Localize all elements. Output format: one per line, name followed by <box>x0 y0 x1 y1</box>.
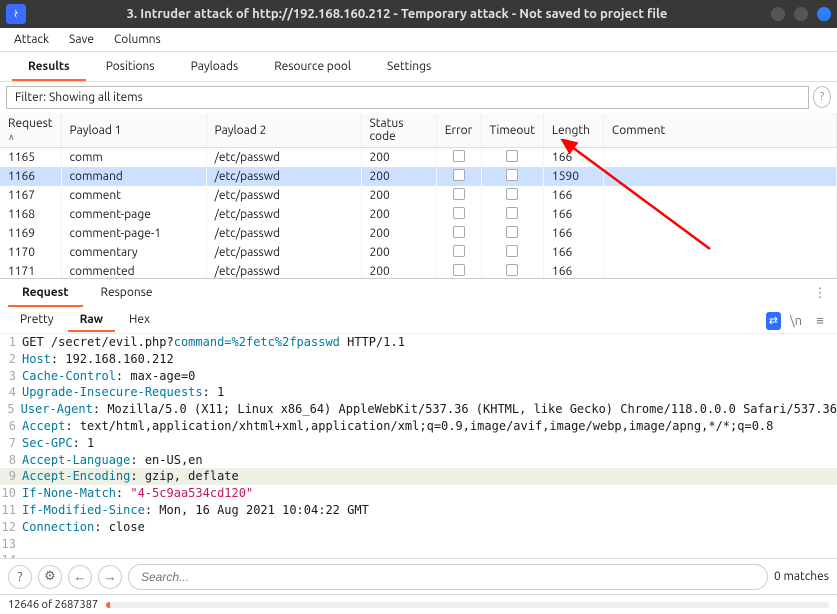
search-next-button[interactable]: → <box>98 565 122 589</box>
timeout-checkbox <box>506 207 518 219</box>
raw-line: 12Connection: close <box>0 519 837 536</box>
timeout-checkbox <box>506 150 518 162</box>
error-checkbox <box>453 245 465 257</box>
raw-line: 6Accept: text/html,application/xhtml+xml… <box>0 418 837 435</box>
filter-input[interactable]: Filter: Showing all items <box>6 86 809 109</box>
table-row[interactable]: 1170commentary/etc/passwd200166 <box>0 243 837 262</box>
table-row[interactable]: 1171commented/etc/passwd200166 <box>0 262 837 278</box>
results-table[interactable]: Request ∧Payload 1Payload 2Status codeEr… <box>0 113 837 278</box>
app-icon <box>6 4 26 24</box>
raw-line: 5User-Agent: Mozilla/5.0 (X11; Linux x86… <box>0 401 837 418</box>
tab-response[interactable]: Response <box>87 280 167 307</box>
view-mode-tabs: PrettyRawHex ⇄ \n ≡ <box>0 308 837 334</box>
tab-payloads[interactable]: Payloads <box>175 54 255 81</box>
column-length[interactable]: Length <box>543 113 603 148</box>
view-raw[interactable]: Raw <box>68 309 115 332</box>
raw-line: 13 <box>0 536 837 553</box>
tab-positions[interactable]: Positions <box>90 54 171 81</box>
column-payload-1[interactable]: Payload 1 <box>61 113 206 148</box>
column-payload-2[interactable]: Payload 2 <box>206 113 361 148</box>
menu-columns[interactable]: Columns <box>106 31 169 48</box>
filter-bar: Filter: Showing all items ? <box>0 82 837 113</box>
error-checkbox <box>453 150 465 162</box>
error-checkbox <box>453 264 465 276</box>
search-matches-label: 0 matches <box>774 570 829 583</box>
tab-request[interactable]: Request <box>8 280 83 307</box>
error-checkbox <box>453 226 465 238</box>
view-hex[interactable]: Hex <box>117 309 162 332</box>
menu-attack[interactable]: Attack <box>6 31 57 48</box>
tab-settings[interactable]: Settings <box>371 54 447 81</box>
search-gear-icon[interactable]: ⚙ <box>38 565 62 589</box>
table-row[interactable]: 1165comm/etc/passwd200166 <box>0 148 837 168</box>
results-table-container: Request ∧Payload 1Payload 2Status codeEr… <box>0 113 837 278</box>
newline-icon[interactable]: \n <box>787 312 805 330</box>
progress-label: 12646 of 2687387 <box>8 599 98 611</box>
raw-line: 9Accept-Encoding: gzip, deflate <box>0 468 837 485</box>
maximize-button[interactable] <box>794 7 808 21</box>
progress-bar <box>106 602 829 608</box>
main-tabbar: ResultsPositionsPayloadsResource poolSet… <box>0 52 837 82</box>
view-pretty[interactable]: Pretty <box>8 309 66 332</box>
table-row[interactable]: 1166command/etc/passwd2001590 <box>0 167 837 186</box>
minimize-button[interactable] <box>771 7 785 21</box>
column-timeout[interactable]: Timeout <box>481 113 543 148</box>
raw-line: 2Host: 192.168.160.212 <box>0 351 837 368</box>
search-prev-button[interactable]: ← <box>68 565 92 589</box>
window-title: 3. Intruder attack of http://192.168.160… <box>32 7 762 21</box>
search-bar: ? ⚙ ← → 0 matches <box>0 558 837 594</box>
menu-save[interactable]: Save <box>61 31 102 48</box>
timeout-checkbox <box>506 188 518 200</box>
timeout-checkbox <box>506 226 518 238</box>
timeout-checkbox <box>506 169 518 181</box>
error-checkbox <box>453 207 465 219</box>
table-row[interactable]: 1169comment-page-1/etc/passwd200166 <box>0 224 837 243</box>
column-request[interactable]: Request ∧ <box>0 113 61 148</box>
search-help-icon[interactable]: ? <box>8 565 32 589</box>
error-checkbox <box>453 188 465 200</box>
tab-results[interactable]: Results <box>12 54 86 81</box>
request-response-tabs: RequestResponse ⋮ <box>0 278 837 308</box>
raw-line: 8Accept-Language: en-US,en <box>0 452 837 469</box>
inspector-icon[interactable]: ⇄ <box>766 312 781 330</box>
kebab-menu-icon[interactable]: ⋮ <box>811 285 829 303</box>
raw-line: 10If-None-Match: "4-5c9aa534cd120" <box>0 485 837 502</box>
column-status-code[interactable]: Status code <box>361 113 436 148</box>
table-row[interactable]: 1168comment-page/etc/passwd200166 <box>0 205 837 224</box>
raw-line: 4Upgrade-Insecure-Requests: 1 <box>0 384 837 401</box>
menubar: AttackSaveColumns <box>0 28 837 52</box>
titlebar: 3. Intruder attack of http://192.168.160… <box>0 0 837 28</box>
raw-line: 7Sec-GPC: 1 <box>0 435 837 452</box>
raw-line: 3Cache-Control: max-age=0 <box>0 368 837 385</box>
raw-line: 11If-Modified-Since: Mon, 16 Aug 2021 10… <box>0 502 837 519</box>
timeout-checkbox <box>506 264 518 276</box>
search-input[interactable] <box>128 564 768 590</box>
table-row[interactable]: 1167comment/etc/passwd200166 <box>0 186 837 205</box>
tab-resource-pool[interactable]: Resource pool <box>258 54 367 81</box>
timeout-checkbox <box>506 245 518 257</box>
close-button[interactable] <box>817 7 831 21</box>
column-error[interactable]: Error <box>436 113 481 148</box>
raw-line: 1GET /secret/evil.php?command=%2fetc%2fp… <box>0 334 837 351</box>
help-icon[interactable]: ? <box>813 86 831 108</box>
error-checkbox <box>453 169 465 181</box>
hamburger-icon[interactable]: ≡ <box>811 312 829 330</box>
raw-request-view[interactable]: 1GET /secret/evil.php?command=%2fetc%2fp… <box>0 334 837 558</box>
status-bar: 12646 of 2687387 <box>0 594 837 614</box>
column-comment[interactable]: Comment <box>603 113 836 148</box>
